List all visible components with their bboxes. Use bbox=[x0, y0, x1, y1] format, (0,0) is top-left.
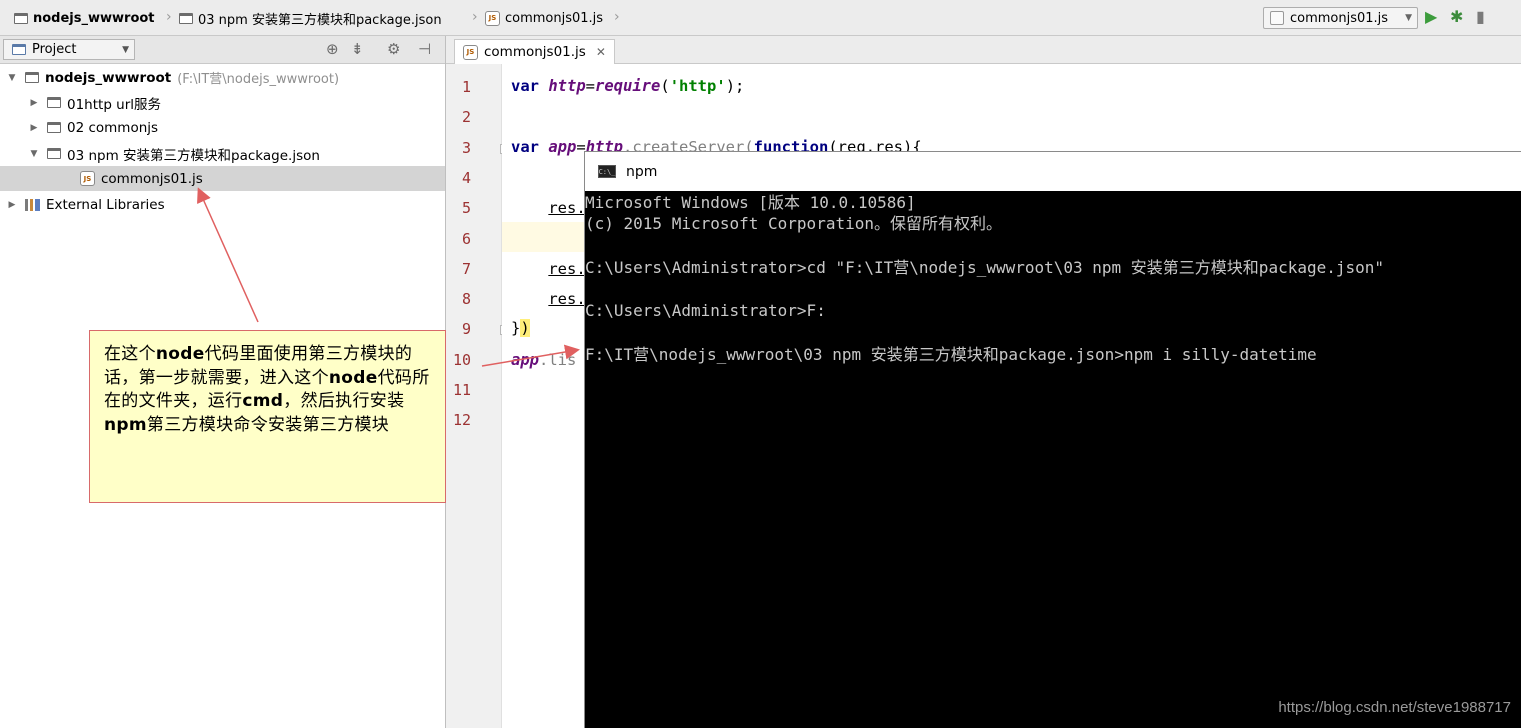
cmd-icon: C:\_ bbox=[598, 165, 616, 178]
line-number: 5 bbox=[461, 199, 471, 217]
chevron-down-icon: ▼ bbox=[1405, 13, 1412, 23]
expand-arrow-icon[interactable]: ▶ bbox=[27, 98, 41, 108]
tree-item-label: 02 commonjs bbox=[67, 119, 159, 136]
cmd-window[interactable]: C:\_ npm Microsoft Windows [版本 10.0.1058… bbox=[584, 151, 1521, 728]
run-configuration-dropdown[interactable]: commonjs01.js ▼ bbox=[1263, 7, 1418, 29]
editor-gutter: 1 2 3 4 5 6 7 8 9 10 11 12 bbox=[446, 64, 510, 728]
console-line: F:\IT营\nodejs_wwwroot\03 npm 安装第三方模块和pac… bbox=[585, 345, 1317, 364]
expand-arrow-icon[interactable]: ▼ bbox=[27, 149, 41, 159]
expand-arrow-icon[interactable]: ▶ bbox=[5, 200, 19, 210]
js-file-icon: JS bbox=[80, 171, 95, 186]
breadcrumb-root[interactable]: nodejs_wwwroot bbox=[14, 0, 155, 36]
line-number: 8 bbox=[461, 290, 471, 308]
tree-item-02commonjs[interactable]: ▶ 02 commonjs bbox=[0, 115, 445, 140]
breadcrumb-item-root: nodejs_wwwroot bbox=[33, 10, 155, 26]
run-config-icon bbox=[1270, 11, 1284, 25]
line-number: 11 bbox=[452, 381, 471, 399]
collapse-icon[interactable]: ⇟ bbox=[351, 41, 364, 57]
tree-item-label: External Libraries bbox=[46, 196, 165, 213]
code-line-9: }) bbox=[511, 319, 530, 337]
line-number: 7 bbox=[461, 260, 471, 278]
console-line: (c) 2015 Microsoft Corporation。保留所有权利。 bbox=[585, 214, 1002, 233]
line-number: 1 bbox=[461, 78, 471, 96]
target-icon[interactable]: ⊕ bbox=[326, 41, 339, 57]
tree-item-03npm[interactable]: ▼ 03 npm 安装第三方模块和package.json bbox=[0, 141, 445, 166]
folder-icon bbox=[14, 12, 28, 24]
project-view-label: Project bbox=[32, 42, 77, 57]
hide-panel-icon[interactable]: ⊣ bbox=[418, 41, 431, 57]
console-line: C:\Users\Administrator>cd "F:\IT营\nodejs… bbox=[585, 258, 1385, 277]
cmd-title-bar[interactable]: C:\_ npm bbox=[585, 152, 1521, 191]
tree-item-external-libraries[interactable]: ▶ External Libraries bbox=[0, 192, 445, 217]
line-number: 2 bbox=[461, 108, 471, 126]
code-line-10: app.lis bbox=[511, 351, 577, 369]
tree-item-label: commonjs01.js bbox=[101, 170, 203, 187]
tree-item-label: 03 npm 安装第三方模块和package.json bbox=[67, 147, 320, 164]
tree-item-01http[interactable]: ▶ 01http url服务 bbox=[0, 90, 445, 115]
line-number: 10 bbox=[452, 351, 471, 369]
js-file-icon: JS bbox=[463, 44, 478, 60]
run-config-label: commonjs01.js bbox=[1290, 10, 1389, 26]
code-line-1: var http=require('http'); bbox=[511, 77, 745, 95]
tree-item-commonjs01[interactable]: JS commonjs01.js bbox=[0, 166, 445, 191]
tree-item-label: 01http url服务 bbox=[67, 96, 162, 113]
line-number: 12 bbox=[452, 411, 471, 429]
tree-item-root[interactable]: ▼ nodejs_wwwroot (F:\IT营\nodejs_wwwroot) bbox=[0, 65, 445, 90]
js-file-icon: JS bbox=[485, 10, 500, 26]
cmd-title: npm bbox=[626, 163, 658, 180]
watermark: https://blog.csdn.net/steve1988717 bbox=[1278, 699, 1511, 716]
folder-icon bbox=[25, 72, 39, 83]
navigation-bar: nodejs_wwwroot › 03 npm 安装第三方模块和package.… bbox=[0, 0, 1521, 36]
breadcrumb-item-folder: 03 npm 安装第三方模块和package.json bbox=[198, 12, 442, 28]
project-view-icon bbox=[12, 44, 26, 55]
code-line-5: res. bbox=[548, 199, 586, 217]
line-number: 3 bbox=[461, 139, 471, 157]
tab-label: commonjs01.js bbox=[484, 44, 586, 60]
console-line: Microsoft Windows [版本 10.0.10586] bbox=[585, 193, 916, 212]
line-number: 6 bbox=[461, 230, 471, 248]
breadcrumb-file[interactable]: JS commonjs01.js bbox=[485, 0, 603, 36]
console-line: C:\Users\Administrator>F: bbox=[585, 301, 826, 320]
breadcrumb-separator: › bbox=[614, 9, 620, 25]
project-toolbar: Project ▼ ⊕ ⇟ ⚙ ⊣ bbox=[0, 36, 445, 64]
project-view-selector[interactable]: Project ▼ bbox=[3, 39, 135, 60]
folder-icon bbox=[47, 122, 61, 133]
run-icon[interactable]: ▶ bbox=[1425, 9, 1437, 25]
breadcrumb-separator: › bbox=[166, 9, 172, 25]
gear-icon[interactable]: ⚙ bbox=[387, 41, 400, 57]
chevron-down-icon: ▼ bbox=[122, 44, 129, 55]
folder-icon bbox=[47, 97, 61, 108]
library-icon bbox=[25, 198, 40, 211]
folder-icon bbox=[47, 148, 61, 159]
tree-item-label: nodejs_wwwroot bbox=[45, 69, 172, 86]
line-number: 4 bbox=[461, 169, 471, 187]
expand-arrow-icon[interactable]: ▼ bbox=[5, 73, 19, 83]
close-tab-icon[interactable]: ✕ bbox=[596, 45, 606, 59]
annotation-callout: 在这个node代码里面使用第三方模块的话，第一步就需要，进入这个node代码所在… bbox=[89, 330, 446, 503]
folder-icon bbox=[179, 12, 193, 24]
breadcrumb-folder[interactable]: 03 npm 安装第三方模块和package.json bbox=[179, 0, 442, 36]
debug-icon[interactable]: ✱ bbox=[1450, 9, 1463, 25]
tab-commonjs01[interactable]: JS commonjs01.js ✕ bbox=[454, 39, 615, 64]
coverage-icon[interactable]: ▮ bbox=[1476, 9, 1485, 25]
expand-arrow-icon[interactable]: ▶ bbox=[27, 123, 41, 133]
tree-item-path: (F:\IT营\nodejs_wwwroot) bbox=[177, 72, 340, 87]
breadcrumb-item-file: commonjs01.js bbox=[505, 10, 604, 26]
code-line-7: res. bbox=[548, 260, 586, 278]
line-number: 9 bbox=[461, 320, 471, 338]
editor-tabs: JS commonjs01.js ✕ bbox=[446, 36, 1521, 64]
breadcrumb-separator: › bbox=[472, 9, 478, 25]
code-line-8: res. bbox=[548, 290, 586, 308]
